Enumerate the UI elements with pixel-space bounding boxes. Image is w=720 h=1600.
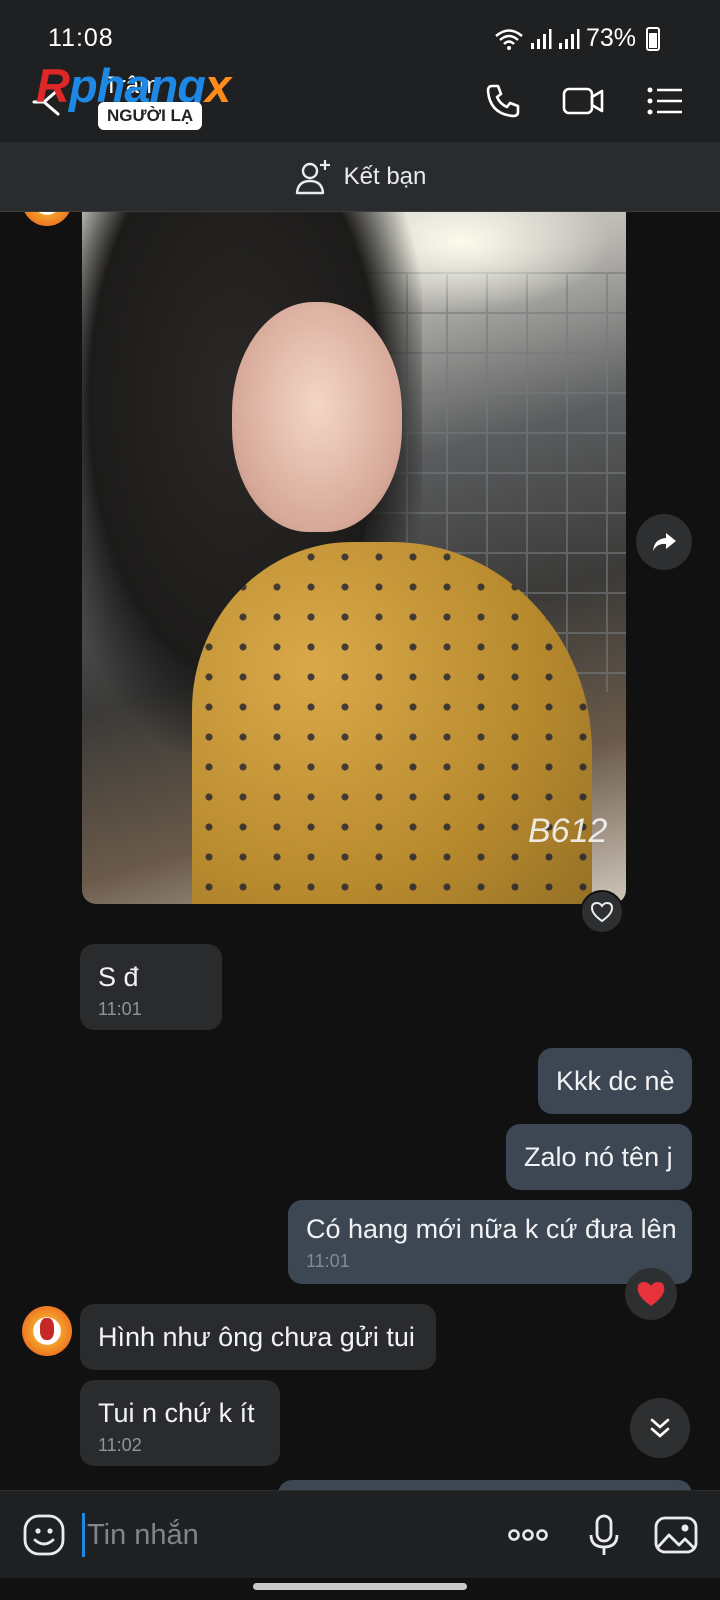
message-bubble-outgoing[interactable]: Kkk dc nè [538,1048,692,1114]
contact-avatar[interactable] [22,1306,72,1356]
heart-outline-icon [590,901,614,923]
message-bubble-outgoing[interactable]: Zalo nó tên j [506,1124,692,1190]
message-text: S đ [98,962,139,992]
status-time: 11:08 [48,24,114,52]
scroll-to-bottom-button[interactable] [630,1398,690,1458]
stranger-badge: NGƯỜI LẠ [98,102,203,130]
heart-reaction[interactable] [625,1268,677,1320]
double-chevron-down-icon [650,1418,670,1438]
microphone-icon[interactable] [580,1511,628,1559]
message-composer [0,1490,720,1578]
add-friend-button[interactable]: Kết bạn [0,142,720,212]
message-bubble-incoming[interactable]: Hình như ông chưa gửi tui [80,1304,436,1370]
chat-header: Trâm Rphangx NGƯỜI LẠ [0,59,720,142]
share-arrow-icon [653,533,676,551]
video-call-icon[interactable] [560,78,606,124]
battery-percent: 73% [585,24,636,52]
message-bubble-incoming[interactable]: S đ 11:01 [80,944,222,1030]
message-time: 11:02 [98,1435,142,1455]
message-bubble-outgoing[interactable]: Có hang mới nữa k cứ đưa lên 11:01 [288,1200,692,1284]
phone-call-icon[interactable] [480,78,526,124]
status-bar: 11:08 73% [0,0,720,60]
message-text: Zalo nó tên j [524,1142,673,1172]
image-gallery-icon[interactable] [652,1511,700,1559]
navigation-handle[interactable] [253,1583,467,1590]
status-indicators: 73% [494,24,660,53]
sticker-emoji-icon[interactable] [20,1511,68,1559]
message-bubble-incoming[interactable]: Tui n chứ k ít 11:02 [80,1380,280,1466]
message-text: Kkk dc nè [556,1066,675,1096]
more-options-icon[interactable] [504,1511,552,1559]
message-time: 11:01 [98,999,142,1019]
photo-message[interactable]: B612 [82,212,626,904]
photo-watermark: B612 [528,812,608,850]
signal-icon [530,28,552,49]
add-friend-icon [295,159,330,194]
like-button[interactable] [580,890,624,934]
wifi-icon [495,28,523,50]
message-time: 11:01 [306,1251,350,1271]
message-text: Hình như ông chưa gửi tui [98,1322,415,1352]
forward-button[interactable] [636,514,692,570]
message-text: Tui n chứ k ít [98,1398,255,1428]
heart-filled-icon [637,1282,665,1306]
message-input[interactable] [82,1513,462,1557]
signal-icon-2 [558,28,580,49]
menu-list-icon[interactable] [642,78,688,124]
message-text: Có hang mới nữa k cứ đưa lên [306,1214,677,1244]
battery-icon [646,26,660,51]
add-friend-label: Kết bạn [343,162,427,190]
